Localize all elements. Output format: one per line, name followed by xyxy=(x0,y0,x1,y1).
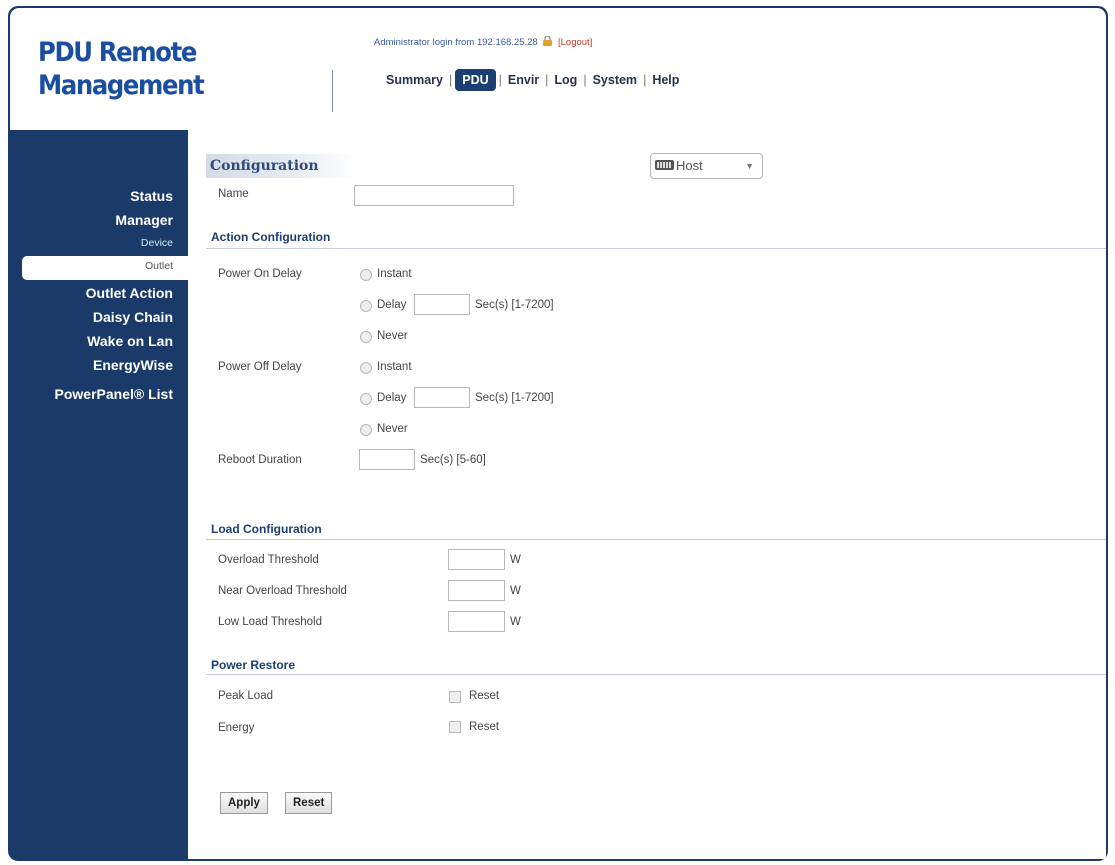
power-on-delay-input[interactable] xyxy=(414,294,470,315)
low-load-threshold-input[interactable] xyxy=(448,611,505,632)
header: PDU Remote Management Administrator logi… xyxy=(10,8,1106,130)
login-info: Administrator login from 192.168.25.28 [… xyxy=(374,36,592,48)
name-input[interactable] xyxy=(354,185,514,206)
power-on-delay-label: Power On Delay xyxy=(218,268,302,280)
energy-reset-label: Reset xyxy=(469,721,500,733)
apply-button[interactable]: Apply xyxy=(220,792,268,814)
sidebar-item-energywise[interactable]: EnergyWise xyxy=(93,357,173,373)
power-off-delay-range: Sec(s) [1-7200] xyxy=(475,392,554,404)
sidebar-item-powerpanel-list[interactable]: PowerPanel® List xyxy=(55,386,173,402)
app-frame: PDU Remote Management Administrator logi… xyxy=(8,6,1108,861)
power-restore-heading: Power Restore xyxy=(211,658,296,672)
keyboard-icon xyxy=(655,160,674,170)
nav-separator: | xyxy=(448,73,453,87)
energy-label: Energy xyxy=(218,722,255,734)
brand-logo: PDU Remote Management xyxy=(38,37,205,101)
sidebar-item-daisy-chain[interactable]: Daisy Chain xyxy=(93,309,173,325)
reboot-duration-label: Reboot Duration xyxy=(218,454,302,466)
peak-load-reset-checkbox[interactable] xyxy=(449,691,461,703)
near-overload-threshold-input[interactable] xyxy=(448,580,505,601)
near-overload-unit: W xyxy=(510,585,521,597)
top-nav: Summary | PDU | Envir | Log | System | H… xyxy=(380,69,685,91)
power-off-delay-input[interactable] xyxy=(414,387,470,408)
lock-icon xyxy=(543,36,553,46)
sidebar-item-wake-on-lan[interactable]: Wake on Lan xyxy=(87,333,173,349)
power-off-instant-radio[interactable] xyxy=(360,362,372,374)
near-overload-threshold-label: Near Overload Threshold xyxy=(218,585,347,597)
sidebar-item-device[interactable]: Device xyxy=(141,237,173,249)
sidebar: Status Manager Device Outlet Outlet Acti… xyxy=(8,130,188,861)
power-off-never-label: Never xyxy=(377,423,408,435)
section-divider xyxy=(206,674,1106,675)
sidebar-item-manager[interactable]: Manager xyxy=(115,212,173,228)
energy-reset-checkbox[interactable] xyxy=(449,721,461,733)
low-load-threshold-label: Low Load Threshold xyxy=(218,616,322,628)
logout-link[interactable]: [Logout] xyxy=(558,37,592,48)
nav-system[interactable]: System xyxy=(587,73,643,87)
peak-load-reset-label: Reset xyxy=(469,690,500,702)
reboot-duration-input[interactable] xyxy=(359,449,415,470)
page-title: Configuration xyxy=(206,154,356,178)
low-load-unit: W xyxy=(510,616,521,628)
reboot-duration-range: Sec(s) [5-60] xyxy=(420,454,486,466)
power-off-never-radio[interactable] xyxy=(360,424,372,436)
power-on-never-label: Never xyxy=(377,330,408,342)
section-divider xyxy=(206,248,1106,249)
header-divider xyxy=(332,70,333,112)
load-config-heading: Load Configuration xyxy=(211,522,322,536)
power-off-delay-radio[interactable] xyxy=(360,393,372,405)
host-select-value: Host xyxy=(676,158,703,173)
sidebar-item-status[interactable]: Status xyxy=(130,188,173,204)
overload-threshold-input[interactable] xyxy=(448,549,505,570)
power-on-never-radio[interactable] xyxy=(360,331,372,343)
nav-envir[interactable]: Envir xyxy=(502,73,545,87)
overload-unit: W xyxy=(510,554,521,566)
power-on-delay-option-label: Delay xyxy=(377,299,407,311)
sidebar-item-outlet[interactable]: Outlet xyxy=(22,256,188,280)
host-select[interactable]: Host ▼ xyxy=(650,153,763,179)
main-content: Configuration Host ▼ Name Action Configu… xyxy=(188,130,1106,859)
power-off-delay-option-label: Delay xyxy=(377,392,407,404)
section-divider xyxy=(206,539,1106,540)
nav-log[interactable]: Log xyxy=(548,73,583,87)
nav-pdu[interactable]: PDU xyxy=(455,69,496,91)
power-off-delay-label: Power Off Delay xyxy=(218,361,302,373)
power-on-instant-label: Instant xyxy=(377,268,412,280)
sidebar-item-outlet-action[interactable]: Outlet Action xyxy=(86,285,173,301)
power-on-delay-range: Sec(s) [1-7200] xyxy=(475,299,554,311)
nav-summary[interactable]: Summary xyxy=(380,73,449,87)
overload-threshold-label: Overload Threshold xyxy=(218,554,319,566)
power-on-delay-radio[interactable] xyxy=(360,300,372,312)
power-off-instant-label: Instant xyxy=(377,361,412,373)
nav-help[interactable]: Help xyxy=(646,73,685,87)
reset-button[interactable]: Reset xyxy=(285,792,333,814)
login-text: Administrator login from 192.168.25.28 xyxy=(374,37,538,48)
chevron-down-icon: ▼ xyxy=(745,161,754,171)
power-on-instant-radio[interactable] xyxy=(360,269,372,281)
sidebar-item-outlet-label: Outlet xyxy=(144,260,173,272)
name-label: Name xyxy=(218,188,249,200)
peak-load-label: Peak Load xyxy=(218,690,273,702)
action-config-heading: Action Configuration xyxy=(211,230,331,244)
